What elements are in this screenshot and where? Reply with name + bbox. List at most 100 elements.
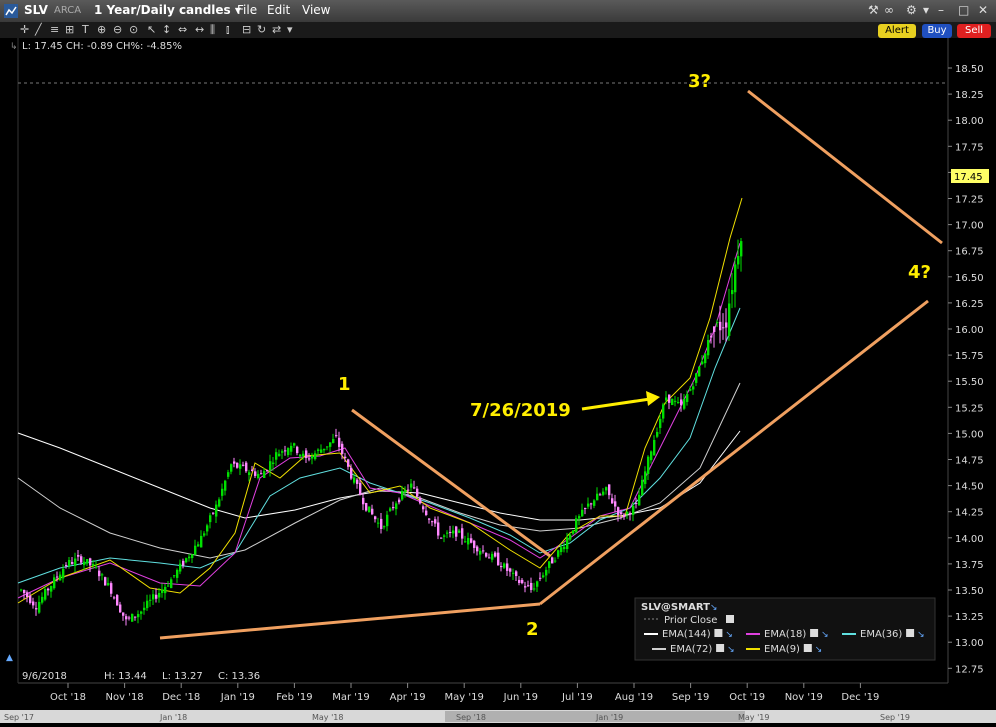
minimize-icon[interactable]: – <box>938 3 944 17</box>
candle-up <box>443 535 446 537</box>
candle-up <box>230 464 233 472</box>
candle-up <box>464 541 467 543</box>
zoom-out-icon[interactable]: ⊖ <box>113 23 122 36</box>
alert-button[interactable]: Alert <box>878 24 916 38</box>
info-line: L: 17.45 CH: -0.89 CH%: -4.85% <box>22 41 182 52</box>
scrollbar-thumb[interactable] <box>445 711 745 722</box>
settings-icon[interactable]: ⚙ <box>906 3 917 17</box>
candle-up <box>62 568 65 579</box>
legend-item-checkbox[interactable] <box>714 629 723 637</box>
scale-icon[interactable]: ↔ <box>195 23 204 36</box>
scrollbar-label: May '18 <box>312 713 343 722</box>
annotation-wave-3: 3? <box>688 71 711 92</box>
x-tick-label: Feb '19 <box>276 692 312 703</box>
candle-up <box>593 500 596 506</box>
legend-item-checkbox[interactable] <box>803 644 812 652</box>
candle-down <box>380 518 383 530</box>
prior-close-checkbox[interactable] <box>726 615 734 623</box>
candle-up <box>158 592 161 598</box>
candle-up <box>458 530 461 533</box>
refresh-icon[interactable]: ↻ <box>257 23 266 36</box>
candle-up <box>20 589 23 591</box>
legend-settings-icon[interactable]: ↘ <box>710 603 718 613</box>
candle-down <box>620 512 623 515</box>
x-tick-label: Oct '18 <box>50 692 86 703</box>
candle-icon[interactable]: ⫾ <box>226 23 230 37</box>
compare-icon[interactable]: ⇄ <box>272 23 281 36</box>
y-tick-label: 16.75 <box>955 247 984 258</box>
bottom-close: C: 13.36 <box>218 671 260 682</box>
candle-down <box>371 508 374 515</box>
candle-up <box>191 554 194 559</box>
legend-item-checkbox[interactable] <box>906 629 915 637</box>
candle-up <box>533 588 536 590</box>
maximize-icon[interactable]: □ <box>958 3 969 17</box>
wrench-icon[interactable]: ⚒ <box>868 3 879 17</box>
link-icon[interactable]: ∞ <box>884 3 894 17</box>
legend-item-settings-icon[interactable]: ↘ <box>821 630 829 640</box>
candle-up <box>143 607 146 611</box>
candle-up <box>146 600 149 609</box>
expand-icon[interactable]: ⇔ <box>178 23 187 36</box>
legend-item-settings-icon[interactable]: ↘ <box>815 645 823 655</box>
candle-down <box>347 459 350 467</box>
legend-item-settings-icon[interactable]: ↘ <box>727 645 735 655</box>
candle-up <box>410 483 413 488</box>
candle-up <box>569 534 572 540</box>
y-tick-label: 17.75 <box>955 142 984 153</box>
crosshair-icon[interactable]: ✛ <box>20 23 29 36</box>
candle-up <box>677 402 680 404</box>
zoom-in-icon[interactable]: ⊕ <box>97 23 106 36</box>
sell-button[interactable]: Sell <box>957 24 991 38</box>
candle-down <box>125 616 128 620</box>
zoom-fit-icon[interactable]: ⊙ <box>129 23 138 36</box>
text-tool-icon[interactable]: T <box>82 23 89 36</box>
candle-up <box>317 449 320 451</box>
chart-area[interactable]: L: 17.45 CH: -0.89 CH%: -4.85% ↳ 12.75 13… <box>0 38 996 723</box>
draw-line-icon[interactable]: ╱ <box>35 23 42 36</box>
candle-down <box>623 514 626 518</box>
candle-up <box>209 515 212 523</box>
symbol-label[interactable]: SLV <box>24 3 48 17</box>
candle-up <box>224 480 227 491</box>
candle-up <box>596 493 599 501</box>
candle-up <box>263 471 266 478</box>
layout-icon[interactable]: ⊟ <box>242 23 251 36</box>
info-line-arrow: ↳ <box>10 42 18 52</box>
candle-down <box>521 579 524 584</box>
candle-down <box>440 537 443 539</box>
close-icon[interactable]: ✕ <box>978 3 988 17</box>
link-group-icon[interactable]: ▾ <box>923 3 929 17</box>
collapse-icon[interactable]: ▲ <box>6 653 13 663</box>
pan-icon[interactable]: ↖ <box>147 23 156 36</box>
candle-up <box>575 518 578 533</box>
chart-toolbar: ✛ ╱ ≡ ⊞ T ⊕ ⊖ ⊙ ↖ ↕ ⇔ ↔ ⫼ ⫾ ⊟ ↻ ⇄ ▾ Aler… <box>0 22 996 38</box>
candle-down <box>359 482 362 495</box>
measure-icon[interactable]: ↕ <box>162 23 171 36</box>
more-icon[interactable]: ▾ <box>287 23 293 36</box>
scrollbar-label: Sep '17 <box>4 713 34 722</box>
candle-up <box>368 506 371 513</box>
candle-up <box>311 455 314 459</box>
candle-up <box>647 456 650 474</box>
legend-item-checkbox[interactable] <box>810 629 819 637</box>
candle-down <box>356 479 359 484</box>
grid-icon[interactable]: ⊞ <box>65 23 74 36</box>
candle-down <box>428 518 431 520</box>
buy-button[interactable]: Buy <box>922 24 952 38</box>
menu-file[interactable]: File <box>237 3 257 17</box>
candle-down <box>518 579 521 583</box>
legend-item-settings-icon[interactable]: ↘ <box>725 630 733 640</box>
legend-item-checkbox[interactable] <box>716 644 725 652</box>
legend-item-settings-icon[interactable]: ↘ <box>917 630 925 640</box>
bar-type-icon[interactable]: ⫼ <box>210 23 215 37</box>
candle-up <box>257 473 260 479</box>
annotation-wave-4: 4? <box>908 262 931 283</box>
fibonacci-icon[interactable]: ≡ <box>50 23 59 36</box>
price-chart[interactable]: L: 17.45 CH: -0.89 CH%: -4.85% ↳ 12.7513… <box>0 38 996 723</box>
candle-up <box>740 241 743 257</box>
period-dropdown[interactable]: 1 Year/Daily candles ▾ <box>94 3 241 17</box>
menu-view[interactable]: View <box>302 3 330 17</box>
menu-edit[interactable]: Edit <box>267 3 290 17</box>
candle-up <box>287 448 290 456</box>
